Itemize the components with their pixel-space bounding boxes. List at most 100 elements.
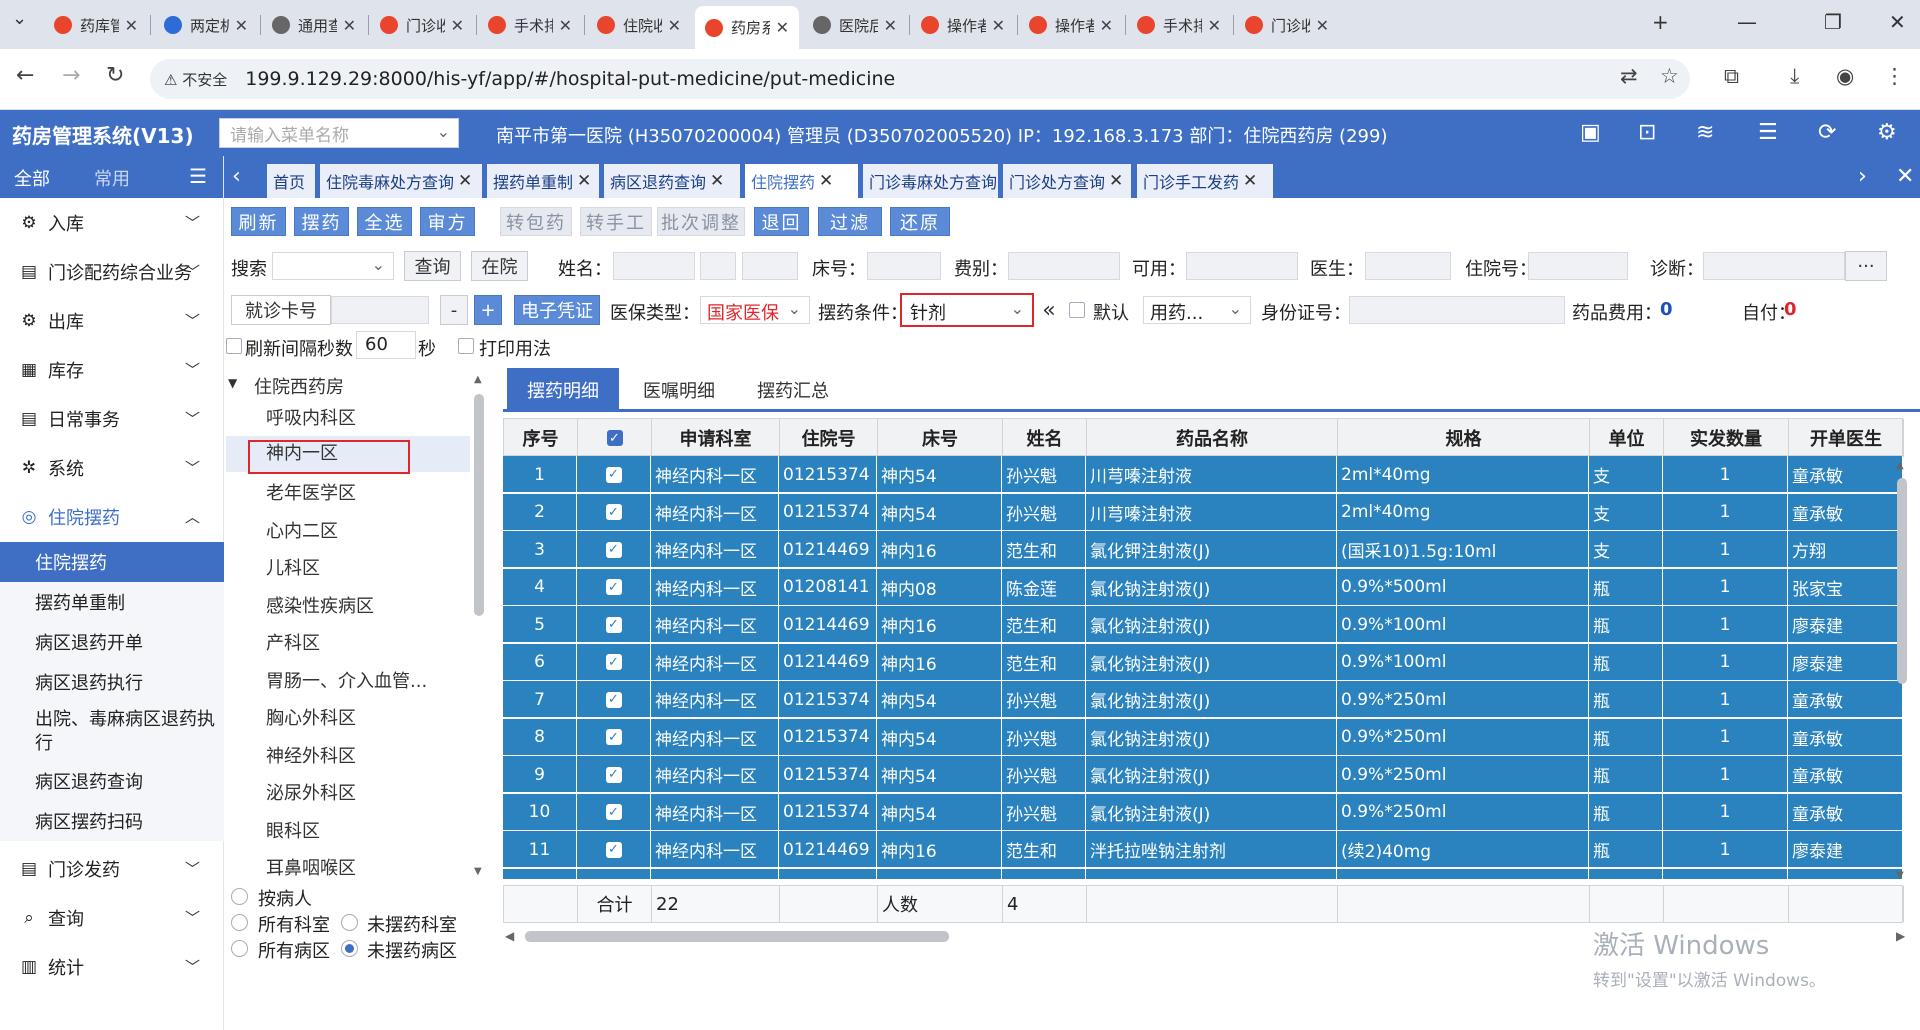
tab-search-icon[interactable]: ⌄ — [12, 8, 27, 29]
browser-tab[interactable]: 医院后 ✕ — [803, 7, 907, 43]
row-checkbox[interactable]: ✓ — [577, 643, 651, 681]
browser-tab[interactable]: 操作者 ✕ — [911, 7, 1015, 43]
sidebar-group-item[interactable]: ▤ 日常事务 ﹀ — [0, 394, 224, 443]
ward-root[interactable]: 住院西药房 — [254, 373, 344, 399]
close-tab-icon[interactable]: ✕ — [1100, 16, 1113, 35]
row-checkbox[interactable]: ✓ — [577, 606, 651, 643]
browser-tab[interactable]: 药库管 ✕ — [44, 7, 148, 43]
ward-item[interactable]: 产科区 — [266, 629, 320, 655]
table-row[interactable]: 3 ✓ 神经内科一区 01214469 神内16 范生和 氯化钾注射液(J) (国采10)1.… — [503, 531, 1903, 568]
row-checkbox[interactable]: ✓ — [577, 681, 651, 718]
grid-column-header[interactable]: 规格 — [1338, 419, 1590, 457]
condition-select[interactable]: 针剂 ⌄ — [900, 293, 1034, 327]
sidebar-subitem[interactable]: 病区退药开单 — [0, 622, 224, 662]
table-row[interactable]: 1 ✓ 神经内科一区 01215374 神内54 孙兴魁 川芎嗪注射液 2ml*40mg 支 1 童… — [503, 456, 1903, 493]
profile-icon[interactable]: ◉ — [1836, 64, 1854, 88]
chevron-left-icon[interactable]: ‹ — [232, 164, 241, 189]
table-row[interactable]: 4 ✓ 神经内科一区 01208141 神内08 陈金莲 氯化钠注射液(J) 0.9%*500… — [503, 568, 1903, 606]
row-checkbox[interactable]: ✓ — [577, 756, 651, 793]
sidebar-tab-all[interactable]: 全部 — [14, 165, 50, 191]
notes-icon[interactable]: ☰ — [1758, 120, 1778, 145]
sidebar-group-item[interactable]: ⚙ 出库 ﹀ — [0, 296, 224, 345]
toolbar-button[interactable]: 还原 — [890, 207, 950, 236]
caret-down-icon[interactable]: ▼ — [228, 376, 237, 390]
table-row[interactable]: 10 ✓ 神经内科一区 01215374 神内54 孙兴魁 氯化钠注射液(J) 0.9%*25… — [503, 793, 1903, 831]
all-rooms-radio[interactable] — [231, 914, 248, 931]
search-select[interactable]: ⌄ — [272, 252, 394, 280]
scroll-down-icon[interactable]: ▼ — [474, 866, 482, 877]
select-all-checkbox[interactable]: ✓ — [578, 419, 652, 457]
grid-column-header[interactable]: 开单医生 — [1789, 419, 1904, 457]
row-checkbox[interactable]: ✓ — [577, 831, 651, 868]
table-row[interactable]: 9 ✓ 神经内科一区 01215374 神内54 孙兴魁 氯化钠注射液(J) 0.9%*250… — [503, 756, 1903, 793]
collapse-menu-icon[interactable]: ☰ — [189, 164, 207, 188]
ward-scrollbar[interactable] — [474, 394, 484, 616]
grid-column-header[interactable]: 床号 — [878, 419, 1003, 457]
new-tab-icon[interactable]: + — [1652, 10, 1669, 34]
close-tab-icon[interactable]: ✕ — [776, 18, 789, 37]
page-tab[interactable]: 门诊手工发药 ✕ — [1137, 164, 1273, 198]
grid-column-header[interactable]: 申请科室 — [652, 419, 780, 457]
close-tab-icon[interactable]: ✕ — [884, 16, 897, 35]
screen-icon[interactable]: ⊡ — [1638, 120, 1656, 145]
grid-column-header[interactable]: 实发数量 — [1664, 419, 1789, 457]
unplaced-wards-radio[interactable] — [341, 940, 358, 957]
browser-tab[interactable]: 两定机 ✕ — [154, 7, 258, 43]
default-checkbox[interactable] — [1069, 302, 1085, 318]
grid-scroll-left-icon[interactable]: ◀ — [505, 929, 514, 943]
table-row[interactable]: 11 ✓ 神经内科一区 01214469 神内16 范生和 泮托拉唑钠注射剂 (续2)40mg… — [503, 831, 1903, 868]
settings-icon[interactable]: ⚙ — [1877, 120, 1897, 145]
refresh-interval-checkbox[interactable] — [226, 338, 242, 354]
table-row[interactable]: 12 ✓ 神经内科一区01214469神内16范生和泮托拉唑钠注射剂(续2)40mg… — [503, 868, 1903, 880]
translate-icon[interactable]: ⇄ — [1620, 64, 1638, 88]
close-all-icon[interactable]: ✕ — [1896, 164, 1914, 189]
browser-tab[interactable]: 通用查 ✕ — [262, 7, 366, 43]
by-patient-radio[interactable] — [231, 888, 248, 905]
row-checkbox[interactable]: ✓ — [577, 531, 651, 568]
browser-tab[interactable]: 门诊收 ✕ — [1235, 7, 1339, 43]
page-tab[interactable]: 病区退药查询 ✕ — [604, 164, 740, 198]
grid-scroll-up-icon[interactable]: ▲ — [1896, 460, 1904, 471]
id-field[interactable] — [1349, 296, 1565, 324]
checkmark-icon[interactable]: ✓ — [606, 430, 623, 446]
ward-item[interactable]: 泌尿外科区 — [266, 779, 356, 805]
fee-field[interactable] — [1008, 252, 1120, 280]
grid-column-header[interactable]: 单位 — [1590, 419, 1664, 457]
minimize-icon[interactable]: — — [1737, 10, 1757, 34]
table-row[interactable]: 5 ✓ 神经内科一区 01214469 神内16 范生和 氯化钠注射液(J) 0.9%*100… — [503, 606, 1903, 643]
ward-item[interactable]: 老年医学区 — [266, 479, 356, 505]
bookmark-star-icon[interactable]: ☆ — [1660, 64, 1679, 88]
close-tab-icon[interactable]: ✕ — [577, 171, 591, 191]
minus-button[interactable]: - — [440, 295, 468, 325]
row-checkbox[interactable]: ✓ — [577, 718, 651, 756]
more-menu-icon[interactable]: ⋮ — [1884, 64, 1905, 88]
sidebar-subitem[interactable]: 摆药单重制 — [0, 582, 224, 622]
query-button[interactable]: 查询 — [404, 251, 461, 281]
monitor-icon[interactable]: ▣ — [1580, 120, 1601, 145]
sidebar-group-item[interactable]: ✲ 系统 ﹀ — [0, 443, 224, 492]
grid-column-header[interactable]: 序号 — [504, 419, 578, 457]
sidebar-group-item[interactable]: ▤ 门诊发药 ﹀ — [0, 844, 224, 893]
row-checkbox[interactable]: ✓ — [577, 493, 651, 531]
unplaced-rooms-radio[interactable] — [341, 914, 358, 931]
close-tab-icon[interactable]: ✕ — [559, 16, 572, 35]
ward-item[interactable]: 胃肠一、介入血管... — [266, 667, 427, 693]
e-voucher-button[interactable]: 电子凭证 — [514, 295, 600, 325]
ward-item[interactable]: 神经外科区 — [266, 742, 356, 768]
grid-horizontal-scrollbar[interactable] — [525, 931, 949, 942]
row-checkbox[interactable]: ✓ — [577, 793, 651, 831]
menu-search-input[interactable]: 请输入菜单名称 ⌄ — [219, 118, 459, 148]
reload-icon[interactable]: ↻ — [106, 63, 124, 88]
close-tab-icon[interactable]: ✕ — [235, 16, 248, 35]
insurance-select[interactable]: 国家医保 ⌄ — [700, 296, 810, 324]
ward-item[interactable]: 胸心外科区 — [266, 704, 356, 730]
available-field[interactable] — [1186, 252, 1298, 280]
sidebar-group-item[interactable]: ◎ 住院摆药 ︿ — [0, 492, 224, 541]
browser-tab[interactable]: 手术排 ✕ — [1127, 7, 1231, 43]
forward-icon[interactable]: → — [62, 63, 80, 88]
close-tab-icon[interactable]: ✕ — [1243, 171, 1257, 191]
sidebar-subitem[interactable]: 住院摆药 — [0, 542, 224, 582]
diagnosis-more-button[interactable]: ··· — [1845, 251, 1887, 281]
usage-select[interactable]: 用药... ⌄ — [1143, 296, 1251, 324]
table-row[interactable]: 7 ✓ 神经内科一区 01215374 神内54 孙兴魁 氯化钠注射液(J) 0.9%*250… — [503, 681, 1903, 718]
